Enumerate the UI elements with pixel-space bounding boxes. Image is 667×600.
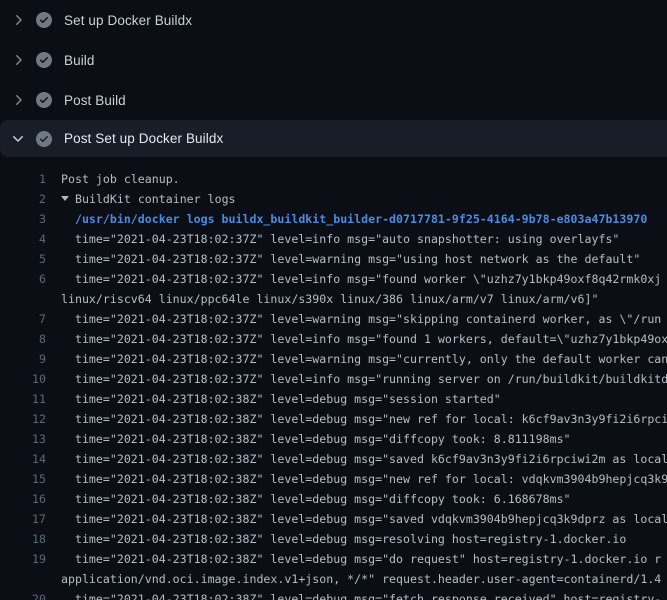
log-row: 15 time="2021-04-23T18:02:38Z" level=deb… [0, 469, 667, 489]
step-row-post-build[interactable]: Post Build [0, 80, 667, 120]
log-row: 11 time="2021-04-23T18:02:38Z" level=deb… [0, 389, 667, 409]
log-row: 4 time="2021-04-23T18:02:37Z" level=info… [0, 229, 667, 249]
line-number-link[interactable]: 4 [0, 229, 46, 249]
step-label: Set up Docker Buildx [64, 13, 192, 28]
log-line-text: time="2021-04-23T18:02:37Z" level=warnin… [61, 309, 661, 329]
line-number-link[interactable]: 16 [0, 489, 46, 509]
check-circle-icon [36, 52, 52, 68]
log-line-text: time="2021-04-23T18:02:38Z" level=debug … [61, 409, 667, 429]
chevron-right-icon [10, 92, 26, 108]
line-number-link [0, 569, 46, 589]
log-line-text: time="2021-04-23T18:02:37Z" level=warnin… [61, 249, 640, 269]
log-row: application/vnd.oci.image.index.v1+json,… [0, 569, 667, 589]
log-row: 10 time="2021-04-23T18:02:37Z" level=inf… [0, 369, 667, 389]
line-number-link [0, 289, 46, 309]
line-number-link[interactable]: 19 [0, 549, 46, 569]
log-line-text: time="2021-04-23T18:02:38Z" level=debug … [61, 489, 571, 509]
log-group-caret-icon [61, 196, 69, 201]
log-row: 13 time="2021-04-23T18:02:38Z" level=deb… [0, 429, 667, 449]
step-label: Post Build [64, 93, 126, 108]
step-label: Post Set up Docker Buildx [64, 131, 223, 146]
line-number-link[interactable]: 11 [0, 389, 46, 409]
line-number-link[interactable]: 14 [0, 449, 46, 469]
log-line-text: time="2021-04-23T18:02:37Z" level=warnin… [61, 349, 667, 369]
line-number-link[interactable]: 12 [0, 409, 46, 429]
log-rows: 1 Post job cleanup. 2 BuildKit container lo… [0, 169, 667, 600]
line-number-link[interactable]: 3 [0, 209, 46, 229]
chevron-down-icon [10, 131, 26, 147]
log-line-text: time="2021-04-23T18:02:38Z" level=debug … [61, 589, 661, 600]
line-number-link[interactable]: 18 [0, 529, 46, 549]
check-circle-icon [36, 12, 52, 28]
step-row-post-set-up-docker-buildx[interactable]: Post Set up Docker Buildx [0, 120, 667, 157]
log-line-text: time="2021-04-23T18:02:37Z" level=info m… [61, 229, 619, 249]
log-row: 3 /usr/bin/docker logs buildx_buildkit_b… [0, 209, 667, 229]
log-row: 14 time="2021-04-23T18:02:38Z" level=deb… [0, 449, 667, 469]
line-number-link[interactable]: 20 [0, 589, 46, 600]
log-row: 20 time="2021-04-23T18:02:38Z" level=deb… [0, 589, 667, 600]
line-number-link[interactable]: 6 [0, 269, 46, 289]
log-row: 6 time="2021-04-23T18:02:37Z" level=info… [0, 269, 667, 289]
log-row: 19 time="2021-04-23T18:02:38Z" level=deb… [0, 549, 667, 569]
line-number-link[interactable]: 8 [0, 329, 46, 349]
log-command-text: /usr/bin/docker logs buildx_buildkit_bui… [61, 209, 647, 229]
log-row: 18 time="2021-04-23T18:02:38Z" level=deb… [0, 529, 667, 549]
log-line-text: linux/riscv64 linux/ppc64le linux/s390x … [61, 289, 598, 309]
line-number-link[interactable]: 10 [0, 369, 46, 389]
log-line-text: time="2021-04-23T18:02:38Z" level=debug … [61, 449, 667, 469]
log-row: 1 Post job cleanup. [0, 169, 667, 189]
step-row-set-up-docker-buildx[interactable]: Set up Docker Buildx [0, 0, 667, 40]
step-row-build[interactable]: Build [0, 40, 667, 80]
log-line-text: time="2021-04-23T18:02:38Z" level=debug … [61, 509, 667, 529]
log-row: 7 time="2021-04-23T18:02:37Z" level=warn… [0, 309, 667, 329]
log-line-text: time="2021-04-23T18:02:37Z" level=info m… [61, 369, 667, 389]
check-circle-icon [36, 92, 52, 108]
actions-log-viewer: Set up Docker Buildx Build Post Build Po… [0, 0, 667, 600]
log-row: 9 time="2021-04-23T18:02:37Z" level=warn… [0, 349, 667, 369]
line-number-link[interactable]: 5 [0, 249, 46, 269]
chevron-right-icon [10, 52, 26, 68]
log-line-text: Post job cleanup. [61, 169, 180, 189]
log-line-text: time="2021-04-23T18:02:38Z" level=debug … [61, 389, 501, 409]
log-line-text: time="2021-04-23T18:02:38Z" level=debug … [61, 469, 667, 489]
log-line-text: time="2021-04-23T18:02:38Z" level=debug … [61, 429, 571, 449]
log-row: 12 time="2021-04-23T18:02:38Z" level=deb… [0, 409, 667, 429]
check-circle-icon [36, 131, 52, 147]
line-number-link[interactable]: 15 [0, 469, 46, 489]
log-line-text: time="2021-04-23T18:02:38Z" level=debug … [61, 529, 626, 549]
log-row: 5 time="2021-04-23T18:02:37Z" level=warn… [0, 249, 667, 269]
log-row: 16 time="2021-04-23T18:02:38Z" level=deb… [0, 489, 667, 509]
line-number-link[interactable]: 13 [0, 429, 46, 449]
chevron-right-icon [10, 12, 26, 28]
log-row: 17 time="2021-04-23T18:02:38Z" level=deb… [0, 509, 667, 529]
log-area: 1 Post job cleanup. 2 BuildKit container lo… [0, 157, 667, 600]
log-row: 2 BuildKit container logs [0, 189, 667, 209]
log-line-text: application/vnd.oci.image.index.v1+json,… [61, 569, 661, 589]
log-line-text: time="2021-04-23T18:02:37Z" level=info m… [61, 329, 667, 349]
line-number-link[interactable]: 9 [0, 349, 46, 369]
log-row: linux/riscv64 linux/ppc64le linux/s390x … [0, 289, 667, 309]
line-number-link[interactable]: 7 [0, 309, 46, 329]
log-row: 8 time="2021-04-23T18:02:37Z" level=info… [0, 329, 667, 349]
log-line-text: time="2021-04-23T18:02:37Z" level=info m… [61, 269, 661, 289]
line-number-link[interactable]: 17 [0, 509, 46, 529]
line-number-link[interactable]: 1 [0, 169, 46, 189]
line-number-link[interactable]: 2 [0, 189, 46, 209]
log-line-text: time="2021-04-23T18:02:38Z" level=debug … [61, 549, 661, 569]
log-group-toggle[interactable]: BuildKit container logs [61, 189, 236, 209]
steps-list: Set up Docker Buildx Build Post Build Po… [0, 0, 667, 157]
step-label: Build [64, 53, 95, 68]
